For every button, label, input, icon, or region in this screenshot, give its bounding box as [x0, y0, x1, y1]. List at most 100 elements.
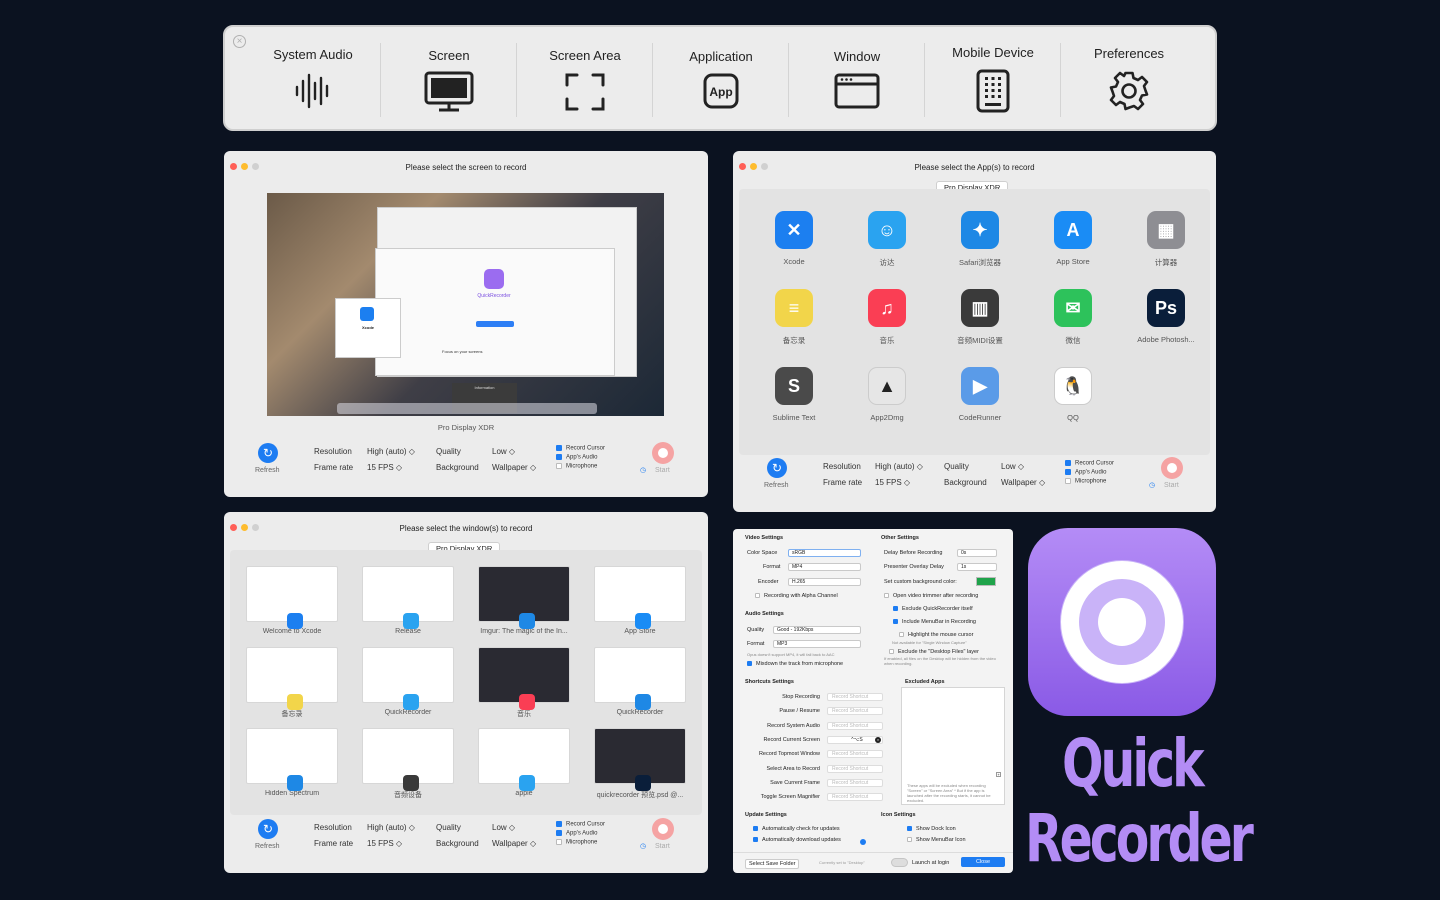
app-item[interactable]: S Sublime Text — [749, 367, 839, 422]
record-cursor-checkbox[interactable]: Record Cursor — [556, 821, 605, 828]
apps-audio-checkbox[interactable]: App's Audio — [556, 454, 598, 461]
overlay-delay-select[interactable]: 1s — [957, 563, 997, 571]
screen-preview[interactable]: QuickRecorder Focus on your screens Xcod… — [267, 193, 664, 416]
mixdown-checkbox[interactable]: Mixdown the track from microphone — [747, 661, 843, 667]
select-save-folder-button[interactable]: Select Save Folder — [745, 859, 800, 869]
preferences-button[interactable]: Preferences — [1061, 27, 1197, 131]
framerate-select[interactable]: 15 FPS ◇ — [367, 839, 402, 848]
app-item[interactable]: ▶ CodeRunner — [935, 367, 1025, 422]
app-item[interactable]: ▦ 计算器 — [1121, 211, 1211, 268]
window-thumbnail[interactable]: 音乐 — [474, 647, 574, 721]
highlight-cursor-checkbox[interactable]: Highlight the mouse cursor — [899, 632, 973, 638]
start-record-button[interactable] — [652, 442, 674, 464]
app-item[interactable]: ≡ 备忘录 — [749, 289, 839, 346]
quality-select[interactable]: Low ◇ — [1001, 462, 1024, 471]
window-thumbnail[interactable]: QuickRecorder — [358, 647, 458, 721]
window-thumbnail[interactable]: QuickRecorder — [590, 647, 690, 721]
background-select[interactable]: Wallpaper ◇ — [492, 839, 536, 848]
audio-format-select[interactable]: MP3 — [773, 640, 861, 648]
app-item[interactable]: 🐧 QQ — [1028, 367, 1118, 422]
refresh-icon[interactable]: ↻ — [767, 458, 787, 478]
app-name: Safari浏览器 — [958, 258, 1002, 267]
apps-audio-checkbox[interactable]: App's Audio — [1065, 469, 1107, 476]
app-item[interactable]: ☺ 访达 — [842, 211, 932, 268]
audio-quality-select[interactable]: Good - 192Kbps — [773, 626, 861, 634]
record-cursor-checkbox[interactable]: Record Cursor — [1065, 460, 1114, 467]
shortcut-field[interactable]: Record Shortcut — [827, 750, 883, 759]
system-audio-button[interactable]: System Audio — [245, 27, 381, 131]
shortcut-field[interactable]: Record Shortcut — [827, 793, 883, 802]
refresh-icon[interactable]: ↻ — [258, 443, 278, 463]
app-item[interactable]: ▥ 音频MIDI设置 — [935, 289, 1025, 346]
app-item[interactable]: ▲ App2Dmg — [842, 367, 932, 422]
timer-icon[interactable]: ◷ — [640, 466, 646, 474]
start-record-button[interactable] — [1161, 457, 1183, 479]
shortcut-field[interactable]: Record Shortcut — [827, 707, 883, 716]
include-menubar-checkbox[interactable]: Include MenuBar in Recording — [893, 619, 976, 625]
window-thumbnail[interactable]: Welcome to Xcode — [242, 566, 342, 640]
auto-download-checkbox[interactable]: Automatically download updates — [753, 837, 841, 843]
auto-check-checkbox[interactable]: Automatically check for updates — [753, 826, 840, 832]
show-dock-checkbox[interactable]: Show Dock Icon — [907, 826, 956, 832]
framerate-select[interactable]: 15 FPS ◇ — [367, 463, 402, 472]
framerate-select[interactable]: 15 FPS ◇ — [875, 478, 910, 487]
resolution-select[interactable]: High (auto) ◇ — [875, 462, 923, 471]
screen-area-button[interactable]: Screen Area — [517, 27, 653, 131]
window-thumbnail[interactable]: App Store — [590, 566, 690, 640]
resolution-select[interactable]: High (auto) ◇ — [367, 823, 415, 832]
window-thumbnail[interactable]: Imgur: The magic of the In... — [474, 566, 574, 640]
window-thumbnail[interactable]: Release — [358, 566, 458, 640]
show-menubar-checkbox[interactable]: Show MenuBar Icon — [907, 837, 966, 843]
background-select[interactable]: Wallpaper ◇ — [1001, 478, 1045, 487]
shortcut-field[interactable]: Record Shortcut — [827, 721, 883, 730]
delay-select[interactable]: 0s — [957, 549, 997, 557]
timer-icon[interactable]: ◷ — [640, 842, 646, 850]
app-item[interactable]: ✦ Safari浏览器 — [935, 211, 1025, 268]
app-item[interactable]: ✕ Xcode — [749, 211, 839, 266]
background-select[interactable]: Wallpaper ◇ — [492, 463, 536, 472]
mobile-device-button[interactable]: Mobile Device — [925, 27, 1061, 131]
shortcut-field[interactable]: Record Shortcut — [827, 764, 883, 773]
preview-qr-window: QuickRecorder Focus on your screens — [375, 248, 615, 376]
refresh-icon[interactable]: ↻ — [258, 819, 278, 839]
add-app-icon[interactable]: + — [996, 772, 1001, 777]
clear-shortcut-icon[interactable]: × — [875, 736, 881, 743]
app-item[interactable]: ✉ 微信 — [1028, 289, 1118, 346]
trimmer-checkbox[interactable]: Open video trimmer after recording — [884, 593, 978, 599]
record-cursor-checkbox[interactable]: Record Cursor — [556, 445, 605, 452]
window-thumbnail[interactable]: apple — [474, 728, 574, 802]
close-button[interactable]: Close — [961, 857, 1005, 867]
encoder-select[interactable]: H.265 — [788, 578, 861, 586]
start-record-button[interactable] — [652, 818, 674, 840]
window-thumbnail[interactable]: 音频设备 — [358, 728, 458, 802]
alpha-checkbox[interactable]: Recording with Alpha Channel — [755, 593, 838, 599]
microphone-checkbox[interactable]: Microphone — [1065, 478, 1106, 485]
quality-select[interactable]: Low ◇ — [492, 447, 515, 456]
other-settings-heading: Other Settings — [881, 535, 919, 541]
format-select[interactable]: MP4 — [788, 563, 861, 571]
timer-icon[interactable]: ◷ — [1149, 481, 1155, 489]
microphone-checkbox[interactable]: Microphone — [556, 839, 597, 846]
screen-button[interactable]: Screen — [381, 27, 517, 131]
resolution-select[interactable]: High (auto) ◇ — [367, 447, 415, 456]
window-button[interactable]: Window — [789, 27, 925, 131]
shortcut-field[interactable]: Record Shortcut — [827, 778, 883, 787]
mobile-device-icon — [976, 69, 1010, 113]
color-space-select[interactable]: sRGB — [788, 549, 861, 557]
window-thumbnail[interactable]: Hidden Spectrum — [242, 728, 342, 802]
apps-audio-checkbox[interactable]: App's Audio — [556, 830, 598, 837]
bg-color-swatch[interactable] — [976, 577, 996, 586]
exclude-qr-checkbox[interactable]: Exclude QuickRecorder itself — [893, 606, 973, 612]
exclude-desktop-checkbox[interactable]: Exclude the "Desktop Files" layer — [889, 649, 979, 655]
app-item[interactable]: A App Store — [1028, 211, 1118, 266]
application-button[interactable]: Application App — [653, 27, 789, 131]
app-item[interactable]: ♫ 音乐 — [842, 289, 932, 346]
shortcut-field[interactable]: Record Shortcut — [827, 693, 883, 701]
excluded-apps-list[interactable]: + These apps will be excluded when recor… — [901, 687, 1005, 805]
app-item[interactable]: Ps Adobe Photosh... — [1121, 289, 1211, 344]
quality-select[interactable]: Low ◇ — [492, 823, 515, 832]
window-thumbnail[interactable]: 备忘录 — [242, 647, 342, 721]
window-thumbnail[interactable]: quickrecorder 预览.psd @... — [590, 728, 690, 802]
microphone-checkbox[interactable]: Microphone — [556, 463, 597, 470]
launch-login-toggle[interactable] — [891, 858, 908, 867]
